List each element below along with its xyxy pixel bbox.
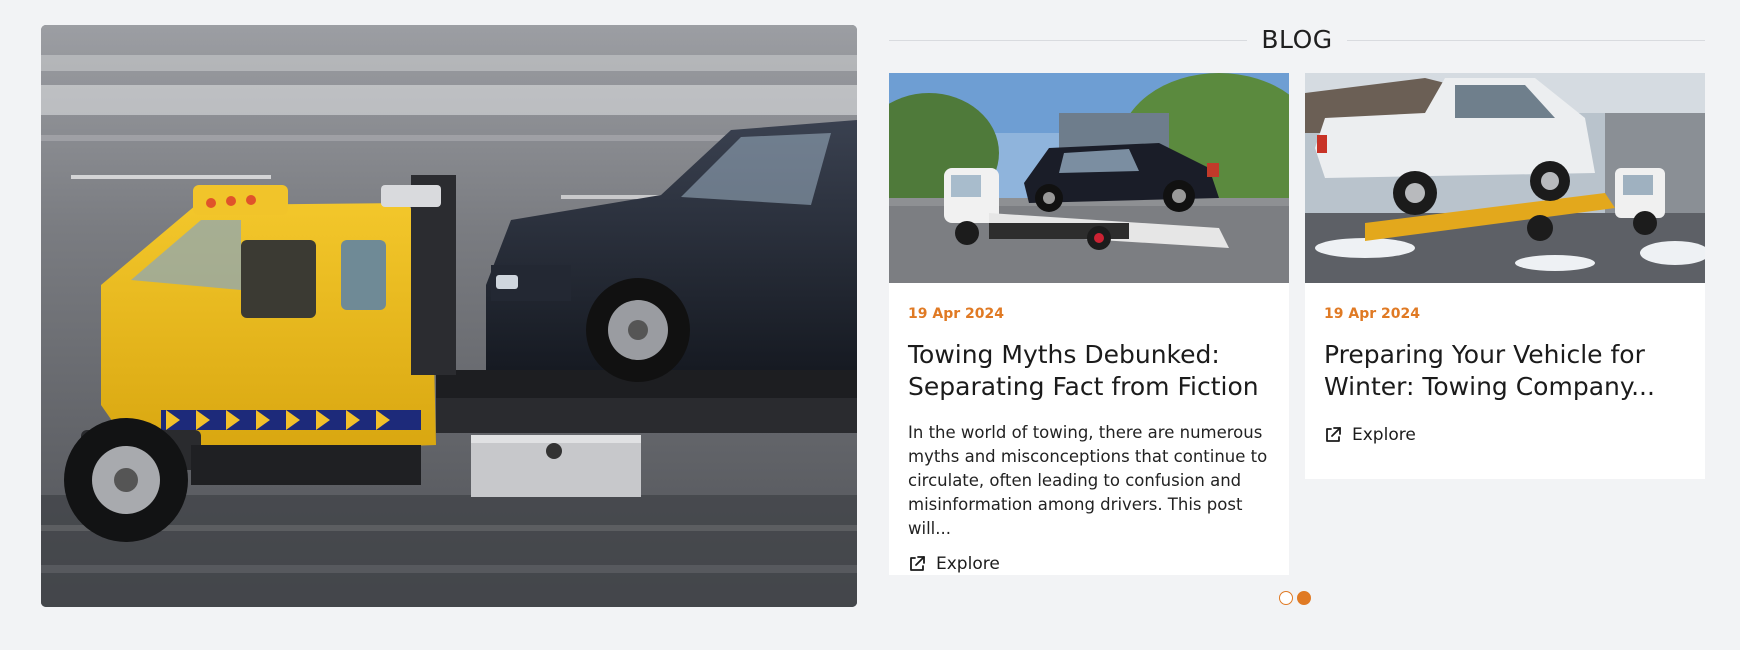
blog-card-image[interactable] bbox=[1305, 73, 1705, 283]
pagination-dot-1[interactable] bbox=[1279, 591, 1293, 605]
blog-card[interactable]: 19 Apr 2024 Preparing Your Vehicle for W… bbox=[1305, 73, 1705, 479]
pagination-dot-2[interactable] bbox=[1297, 591, 1311, 605]
hero-image bbox=[41, 25, 857, 607]
post-title[interactable]: Towing Myths Debunked: Separating Fact f… bbox=[908, 339, 1270, 403]
explore-label: Explore bbox=[1352, 425, 1416, 445]
blog-heading: BLOG bbox=[1261, 25, 1333, 54]
post-excerpt: In the world of towing, there are numero… bbox=[908, 423, 1268, 538]
post-date: 19 Apr 2024 bbox=[1324, 306, 1420, 322]
external-link-icon bbox=[908, 555, 926, 573]
explore-link[interactable]: Explore bbox=[908, 554, 1000, 574]
explore-link[interactable]: Explore bbox=[1324, 425, 1416, 445]
flatbed-tow-truck-photo bbox=[889, 73, 1289, 283]
blog-card[interactable]: 19 Apr 2024 Towing Myths Debunked: Separ… bbox=[889, 73, 1289, 575]
header-divider-right bbox=[1347, 40, 1705, 41]
header-divider-left bbox=[889, 40, 1247, 41]
external-link-icon bbox=[1324, 426, 1342, 444]
tow-truck-pickup-photo bbox=[1305, 73, 1705, 283]
post-date: 19 Apr 2024 bbox=[908, 306, 1004, 322]
post-title[interactable]: Preparing Your Vehicle for Winter: Towin… bbox=[1324, 339, 1686, 403]
explore-label: Explore bbox=[936, 554, 1000, 574]
carousel-pagination bbox=[1279, 591, 1311, 605]
tow-truck-photo bbox=[41, 25, 857, 607]
blog-section-header: BLOG bbox=[889, 22, 1705, 58]
blog-card-image[interactable] bbox=[889, 73, 1289, 283]
